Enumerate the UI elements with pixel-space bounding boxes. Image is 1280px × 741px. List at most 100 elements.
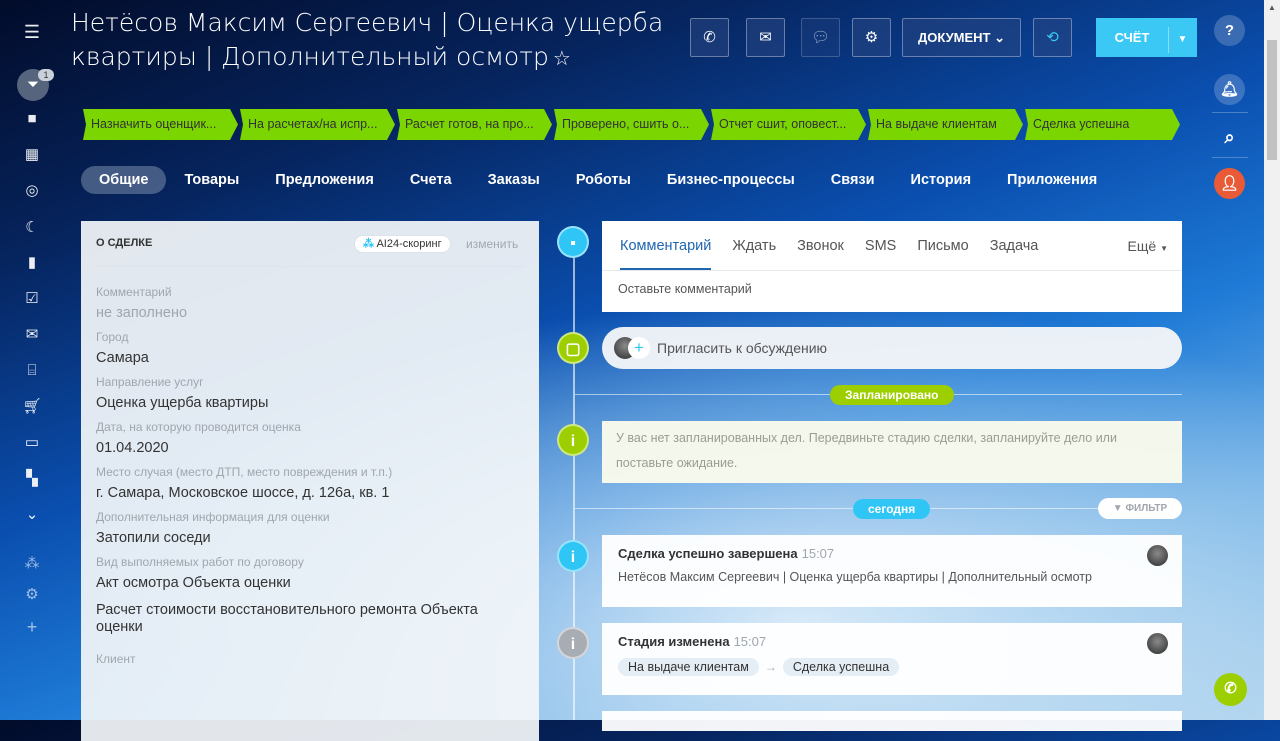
tab-invoices[interactable]: Счета xyxy=(392,166,470,194)
tab-orders[interactable]: Заказы xyxy=(470,166,558,194)
tab-robots[interactable]: Роботы xyxy=(558,166,649,194)
left-sidebar: ☰ ⏷ 1 ■ ▦ ◎ ☾ ▮ ☑ ✉ ⌸ 🛒︎ ▭ ▚ ⌄ ⁂ ⚙ + xyxy=(0,0,64,720)
editor-tab-comment[interactable]: Комментарий xyxy=(620,221,712,270)
edit-link[interactable]: изменить xyxy=(466,237,518,251)
envelope-icon: ✉ xyxy=(759,29,772,46)
invoice-button[interactable]: СЧЁТ ▼ xyxy=(1096,18,1197,57)
stage-item[interactable]: Расчет готов, на про... xyxy=(397,109,552,140)
settings-button[interactable]: ⚙ xyxy=(852,18,891,57)
deal-details-card: О СДЕЛКЕ ⁂ AI24-скоринг изменить Коммент… xyxy=(81,221,539,741)
card-heading: О СДЕЛКЕ xyxy=(96,237,153,249)
arrow-right-icon: → xyxy=(764,660,777,674)
scroll-up-icon[interactable]: ▲ xyxy=(1264,3,1280,12)
target-icon[interactable]: ◎ xyxy=(20,179,44,203)
scrollbar[interactable]: ▲ xyxy=(1264,0,1280,720)
editor-tab-task[interactable]: Задача xyxy=(990,221,1039,270)
box-icon[interactable]: ■ xyxy=(20,107,44,131)
chat-button[interactable]: 💬︎ xyxy=(801,18,840,57)
stage-chip: На выдаче клиентам xyxy=(618,658,759,676)
user-avatar-icon[interactable]: 👤︎ xyxy=(1214,168,1245,199)
field-label: Дата, на которую проводится оценка xyxy=(96,420,301,434)
field-label: Комментарий xyxy=(96,285,172,299)
counter-badge: 1 xyxy=(38,69,54,81)
avatar[interactable] xyxy=(1147,633,1168,654)
stage-item[interactable]: Проверено, сшить о... xyxy=(554,109,709,140)
ai-scoring-button[interactable]: ⁂ AI24-скоринг xyxy=(354,235,451,253)
chat-icon: ▢ xyxy=(557,332,589,364)
window-icon[interactable]: ▭ xyxy=(20,431,44,455)
editor-tab-wait[interactable]: Ждать xyxy=(732,221,776,270)
field-label: Место случая (место ДТП, место поврежден… xyxy=(96,465,393,479)
calendar-icon[interactable]: ▦ xyxy=(20,143,44,167)
document-button[interactable]: ДОКУМЕНТ ⌄ xyxy=(902,18,1021,57)
inbox-icon[interactable]: ⌸ xyxy=(20,359,44,383)
editor-tab-call[interactable]: Звонок xyxy=(797,221,844,270)
tab-links[interactable]: Связи xyxy=(813,166,893,194)
tab-products[interactable]: Товары xyxy=(166,166,257,194)
stage-item[interactable]: Сделка успешна xyxy=(1025,109,1180,140)
mail-icon[interactable]: ✉ xyxy=(20,323,44,347)
event-time: 15:07 xyxy=(733,634,767,649)
chevron-down-icon[interactable]: ⌄ xyxy=(20,503,44,527)
field-value[interactable]: не заполнено xyxy=(96,305,526,322)
event-time: 15:07 xyxy=(801,546,835,561)
field-value[interactable]: Расчет стоимости восстановительного ремо… xyxy=(96,602,526,636)
field-label: Дополнительная информация для оценки xyxy=(96,510,330,524)
field-value[interactable]: Оценка ущерба квартиры xyxy=(96,395,526,412)
divider xyxy=(1212,112,1248,113)
chart-icon[interactable]: ▮ xyxy=(20,251,44,275)
editor-tab-sms[interactable]: SMS xyxy=(865,221,896,270)
planned-badge: Запланировано xyxy=(830,385,954,405)
invite-to-discussion[interactable]: + Пригласить к обсуждению xyxy=(602,327,1182,369)
field-value[interactable]: Затопили соседи xyxy=(96,530,526,547)
grid-icon[interactable]: ▚ xyxy=(20,467,44,491)
field-value[interactable]: Самара xyxy=(96,350,526,367)
tab-history[interactable]: История xyxy=(893,166,990,194)
filter-button[interactable]: ▼ ФИЛЬТР xyxy=(1098,498,1182,519)
title-text: Нетёсов Максим Сергеевич | Оценка ущерба… xyxy=(71,8,664,71)
plus-icon[interactable]: + xyxy=(20,615,44,639)
comment-input[interactable]: Оставьте комментарий xyxy=(602,271,1182,307)
moon-icon[interactable]: ☾ xyxy=(20,216,44,240)
stage-item[interactable]: На расчетах/на испр... xyxy=(240,109,395,140)
page-title: Нетёсов Максим Сергеевич | Оценка ущерба… xyxy=(71,6,671,75)
menu-icon[interactable]: ☰ xyxy=(20,20,44,44)
event-title: Стадия изменена xyxy=(618,634,730,649)
plus-icon: + xyxy=(628,337,650,359)
stage-item[interactable]: На выдаче клиентам xyxy=(868,109,1023,140)
divider xyxy=(96,266,524,267)
stage-item[interactable]: Отчет сшит, оповест... xyxy=(711,109,866,140)
tab-general[interactable]: Общие xyxy=(81,166,167,194)
gear-icon: ⚙ xyxy=(864,29,879,46)
email-button[interactable]: ✉ xyxy=(746,18,785,57)
tab-bizproc[interactable]: Бизнес-процессы xyxy=(649,166,813,194)
field-value[interactable]: 01.04.2020 xyxy=(96,440,526,457)
convert-button[interactable]: ⟲ xyxy=(1033,18,1072,57)
tab-quotes[interactable]: Предложения xyxy=(257,166,392,194)
sitemap-icon[interactable]: ⁂ xyxy=(20,552,44,576)
stage-item[interactable]: Назначить оценщик... xyxy=(83,109,238,140)
phone-icon[interactable]: ✆ xyxy=(1214,673,1247,706)
timeline-event: Стадия изменена 15:07 На выдаче клиентам →… xyxy=(602,623,1182,695)
invite-label: Пригласить к обсуждению xyxy=(657,340,828,356)
field-value[interactable]: г. Самара, Московское шоссе, д. 126а, кв… xyxy=(96,485,526,502)
star-icon[interactable]: ☆ xyxy=(553,46,571,70)
more-menu[interactable]: Ещё ▼ xyxy=(1128,238,1168,254)
cart-icon[interactable]: 🛒︎ xyxy=(20,395,44,419)
comment-icon: ▪ xyxy=(557,226,589,258)
tasks-icon[interactable]: ☑ xyxy=(20,287,44,311)
event-text[interactable]: Нетёсов Максим Сергеевич | Оценка ущерба… xyxy=(618,570,1166,584)
stage-chip: Сделка успешна xyxy=(782,658,900,676)
scrollbar-thumb[interactable] xyxy=(1267,40,1277,160)
field-value[interactable]: Акт осмотра Объекта оценки xyxy=(96,575,526,592)
help-icon[interactable]: ? xyxy=(1214,15,1245,46)
call-button[interactable]: ✆ xyxy=(690,18,729,57)
caret-down-icon[interactable]: ▼ xyxy=(1168,27,1196,53)
gear-icon[interactable]: ⚙ xyxy=(20,583,44,607)
tab-apps[interactable]: Приложения xyxy=(989,166,1115,194)
editor-tab-email[interactable]: Письмо xyxy=(917,221,968,270)
invoice-label: СЧЁТ xyxy=(1114,30,1150,45)
bell-icon[interactable]: 🔔︎ xyxy=(1214,74,1245,105)
search-icon[interactable]: ⌕ xyxy=(1214,122,1245,153)
avatar[interactable] xyxy=(1147,545,1168,566)
